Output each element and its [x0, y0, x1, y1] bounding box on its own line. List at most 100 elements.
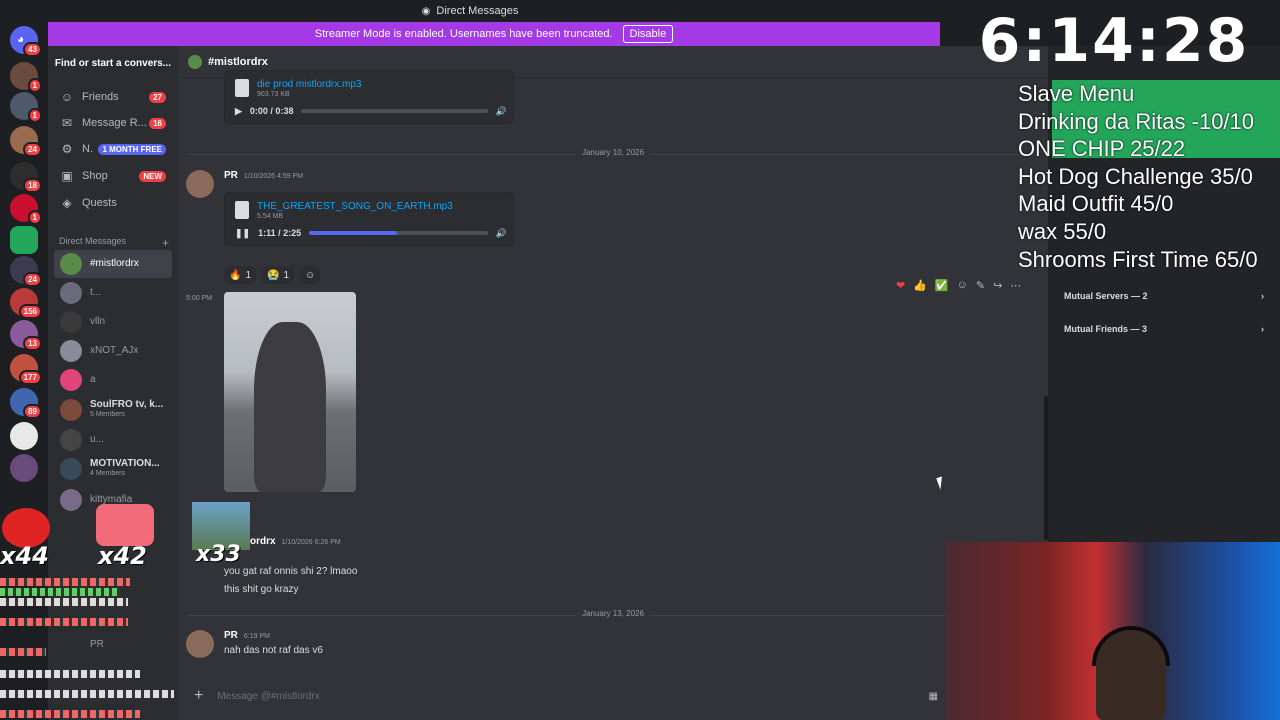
- nav-badge: NEW: [139, 170, 166, 182]
- channel-avatar: [188, 54, 202, 69]
- date-divider: January 10, 2026: [188, 148, 1038, 157]
- nav-message-requests[interactable]: ✉ Message R... 16: [54, 110, 172, 136]
- server-icon[interactable]: 1: [10, 92, 42, 123]
- nav-friends[interactable]: ☺ Friends 27: [54, 84, 172, 110]
- reaction-fire[interactable]: 🔥 1: [224, 266, 257, 284]
- nitro-icon: ⚙: [61, 142, 73, 156]
- add-reaction-icon: ☺: [305, 269, 316, 281]
- avatar: [60, 399, 82, 421]
- author-name[interactable]: PR: [224, 630, 238, 641]
- play-icon[interactable]: ▶: [235, 106, 242, 117]
- disable-button[interactable]: Disable: [622, 25, 674, 43]
- author-name[interactable]: PR: [224, 170, 238, 181]
- dm-item[interactable]: #mistlordrx: [54, 250, 172, 278]
- upload-plus-icon[interactable]: +: [194, 687, 203, 705]
- author-name[interactable]: ordrx: [250, 536, 276, 547]
- server-icon[interactable]: 24: [10, 256, 42, 287]
- dm-group-item[interactable]: MOTIVATION... 4 Members: [54, 455, 172, 483]
- multiplier-label: x33: [196, 542, 241, 567]
- menu-line: wax 55/0: [1018, 218, 1107, 244]
- stream-timer: 6:14:28: [978, 6, 1250, 76]
- dm-group-item[interactable]: SoulFRO tv, k... 5 Members: [54, 396, 172, 424]
- forward-icon[interactable]: ↪: [993, 279, 1002, 292]
- mutual-servers-row[interactable]: Mutual Servers — 2 ›: [1064, 285, 1264, 307]
- server-badge: 1: [27, 210, 42, 225]
- server-icon[interactable]: 177: [10, 354, 42, 385]
- nav-badge: 16: [149, 117, 166, 129]
- mutual-friends-label: Mutual Friends — 3: [1064, 324, 1148, 334]
- server-badge: 1: [27, 78, 42, 93]
- dm-members: 5 Members: [90, 411, 126, 418]
- server-icon[interactable]: 89: [10, 388, 42, 419]
- dm-item[interactable]: vlln: [54, 308, 172, 336]
- add-dm-button[interactable]: +: [162, 236, 169, 250]
- server-icon[interactable]: [10, 454, 38, 482]
- dm-section-header: Direct Messages +: [59, 236, 169, 250]
- heart-react-icon[interactable]: ❤: [896, 279, 905, 292]
- message-text: you gat raf onnis shi 2? lmaoo: [224, 566, 358, 577]
- gift-icon[interactable]: ▦: [929, 691, 938, 702]
- window-title: Direct Messages: [436, 5, 519, 17]
- channel-name: #mistlordrx: [208, 55, 268, 68]
- nav-nitro[interactable]: ⚙ N. 1 MONTH FREE: [54, 136, 172, 162]
- avatar[interactable]: [186, 170, 214, 198]
- avatar[interactable]: [186, 630, 214, 658]
- home-button[interactable]: ◕ 43: [10, 26, 42, 57]
- message-header: PR 1/10/2026 4:59 PM: [224, 170, 303, 181]
- streamer-mode-banner: Streamer Mode is enabled. Usernames have…: [48, 22, 940, 46]
- dm-header-label: Direct Messages: [59, 236, 127, 246]
- server-icon[interactable]: 1: [10, 62, 42, 93]
- dm-item[interactable]: a: [54, 366, 172, 394]
- attachment-filename[interactable]: die prod mistlordrx.mp3: [257, 79, 361, 90]
- volume-icon[interactable]: 🔊: [496, 106, 507, 117]
- audio-file-icon: [235, 79, 249, 97]
- more-icon[interactable]: ⋯: [1010, 279, 1021, 292]
- chat-line: [0, 588, 120, 596]
- image-attachment[interactable]: [224, 292, 356, 492]
- thumbs-up-react-icon[interactable]: 👍: [913, 279, 927, 292]
- home-badge: 43: [23, 42, 42, 57]
- avatar: [60, 282, 82, 304]
- dm-name: a: [90, 374, 96, 385]
- message-header: ordrx 1/10/2026 6:26 PM: [250, 536, 341, 547]
- server-icon[interactable]: 18: [10, 162, 42, 193]
- dm-item[interactable]: u...: [54, 426, 172, 454]
- server-icon[interactable]: 156: [10, 288, 42, 319]
- nav-quests[interactable]: ◈ Quests: [54, 190, 172, 216]
- webcam-feed: [946, 542, 1280, 720]
- avatar: [60, 429, 82, 451]
- attachment-filename[interactable]: THE_GREATEST_SONG_ON_EARTH.mp3: [257, 201, 453, 212]
- server-icon[interactable]: [10, 226, 38, 254]
- dm-name: xNOT_AJx: [90, 345, 139, 356]
- server-icon[interactable]: [10, 422, 38, 450]
- composer-placeholder: Message @#mistlordrx: [217, 690, 320, 702]
- dm-name: vlln: [90, 316, 106, 327]
- reaction-cry[interactable]: 😭 1: [262, 266, 295, 284]
- chat-line: [0, 690, 174, 698]
- dm-search-button[interactable]: Find or start a convers...: [52, 52, 174, 74]
- server-badge: 13: [23, 336, 42, 351]
- dm-item[interactable]: t...: [54, 279, 172, 307]
- audio-progress[interactable]: [301, 109, 488, 113]
- audio-progress[interactable]: [309, 231, 488, 235]
- avatar: [60, 489, 82, 511]
- check-react-icon[interactable]: ✅: [935, 279, 949, 292]
- pause-icon[interactable]: ❚❚: [235, 228, 250, 239]
- server-icon[interactable]: 13: [10, 320, 42, 351]
- timestamp: 5:00 PM: [186, 295, 213, 302]
- volume-icon[interactable]: 🔊: [496, 228, 507, 239]
- dm-item[interactable]: xNOT_AJx: [54, 337, 172, 365]
- add-reaction-icon[interactable]: ☺: [957, 279, 968, 291]
- message-composer[interactable]: + Message @#mistlordrx ▦: [188, 682, 938, 710]
- server-icon[interactable]: 24: [10, 126, 42, 157]
- quests-icon: ◈: [62, 196, 72, 210]
- mutual-friends-row[interactable]: Mutual Friends — 3 ›: [1064, 318, 1264, 340]
- edit-icon[interactable]: ✎: [976, 279, 985, 292]
- server-badge: 177: [18, 370, 42, 385]
- multiplier-label: x42: [98, 542, 147, 570]
- nav-shop[interactable]: ▣ Shop NEW: [54, 163, 172, 189]
- banner-text: Streamer Mode is enabled. Usernames have…: [314, 28, 613, 40]
- timestamp: 1/10/2026 4:59 PM: [243, 173, 304, 180]
- server-icon[interactable]: 1: [10, 194, 42, 225]
- add-reaction-button[interactable]: ☺: [300, 266, 320, 284]
